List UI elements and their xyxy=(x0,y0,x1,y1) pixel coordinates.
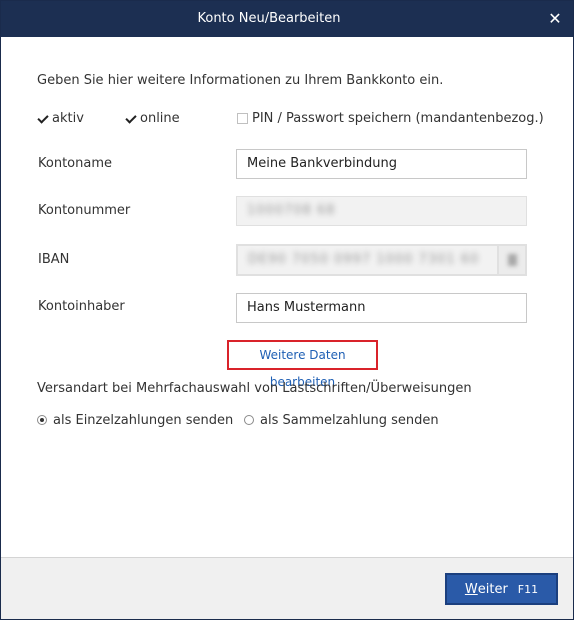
checkbox-aktiv-label: aktiv xyxy=(52,110,84,126)
checkbox-pin-label: PIN / Passwort speichern (mandantenbezog… xyxy=(252,110,544,126)
title-bar[interactable]: Konto Neu/Bearbeiten ✕ xyxy=(1,1,573,37)
kontonummer-label: Kontonummer xyxy=(38,203,131,218)
radio-sammelzahlung-label: als Sammelzahlung senden xyxy=(260,412,439,428)
kontonummer-value: 1000708 68 xyxy=(247,203,336,218)
versandart-label: Versandart bei Mehrfachauswahl von Lasts… xyxy=(37,381,472,396)
radio-einzelzahlungen[interactable]: als Einzelzahlungen senden xyxy=(37,412,233,428)
checkbox-aktiv-box[interactable] xyxy=(37,112,48,124)
close-icon[interactable]: ✕ xyxy=(537,1,573,37)
weiter-label: eiter xyxy=(477,581,508,597)
weiter-accel: W xyxy=(464,581,478,597)
kontoinhaber-label: Kontoinhaber xyxy=(38,299,125,314)
iban-value: DE90 7050 0997 1000 7301 60 xyxy=(248,252,480,267)
checkbox-aktiv[interactable]: aktiv xyxy=(37,110,84,126)
kontoname-input[interactable]: Meine Bankverbindung xyxy=(236,149,527,179)
window-title: Konto Neu/Bearbeiten xyxy=(197,11,341,26)
radio-sammelzahlung[interactable]: als Sammelzahlung senden xyxy=(244,412,439,428)
checkbox-pin[interactable]: PIN / Passwort speichern (mandantenbezog… xyxy=(237,110,544,126)
kontoname-label: Kontoname xyxy=(38,156,112,171)
radio-sammelzahlung-dot[interactable] xyxy=(244,415,254,425)
intro-text: Geben Sie hier weitere Informationen zu … xyxy=(37,73,444,88)
checkbox-online-box[interactable] xyxy=(125,112,136,124)
checkbox-online[interactable]: online xyxy=(125,110,180,126)
radio-einzelzahlungen-label: als Einzelzahlungen senden xyxy=(53,412,234,428)
weiter-button[interactable]: Weiter F11 xyxy=(445,573,558,605)
iban-button[interactable] xyxy=(497,246,525,274)
dialog-window: Konto Neu/Bearbeiten ✕ Geben Sie hier we… xyxy=(0,0,574,620)
weiter-shortcut: F11 xyxy=(517,582,539,596)
weitere-daten-highlight: Weitere Daten bearbeiten xyxy=(227,340,378,389)
kontoinhaber-input[interactable]: Hans Mustermann xyxy=(236,293,527,323)
iban-input: DE90 7050 0997 1000 7301 60 xyxy=(236,244,527,276)
kontonummer-input: 1000708 68 xyxy=(236,196,527,226)
iban-label: IBAN xyxy=(38,252,70,267)
checkbox-pin-box[interactable] xyxy=(237,112,248,124)
radio-einzelzahlungen-dot[interactable] xyxy=(37,415,47,425)
iban-button-icon xyxy=(508,254,517,266)
checkbox-online-label: online xyxy=(140,110,180,126)
